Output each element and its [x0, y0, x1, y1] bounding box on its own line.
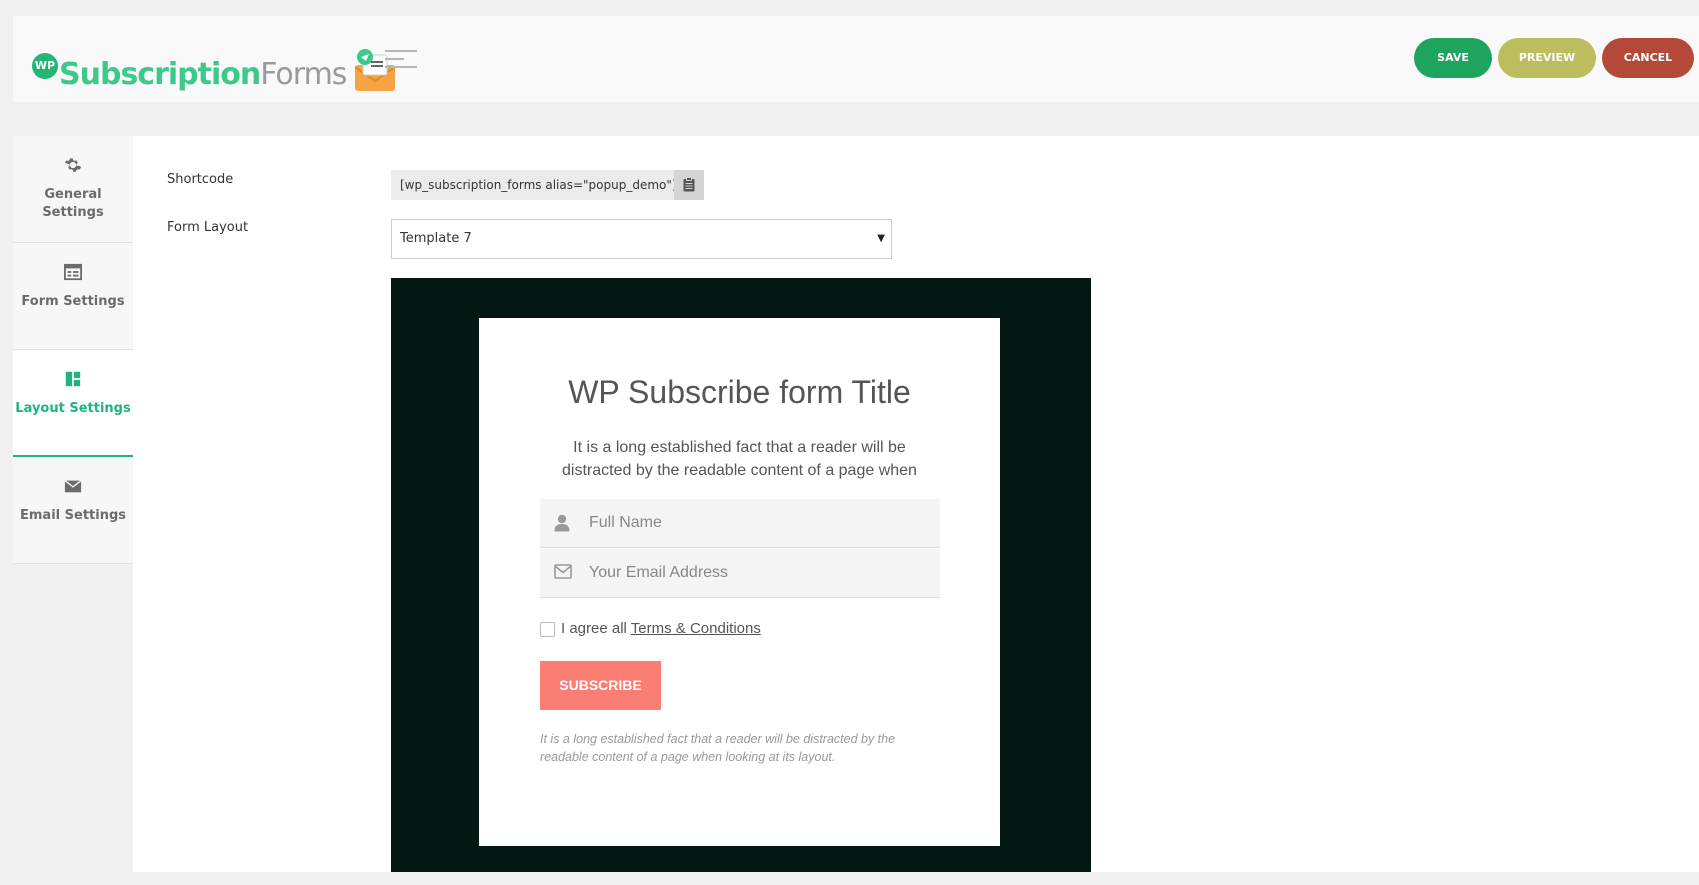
copy-shortcode-button[interactable]	[674, 170, 704, 200]
name-placeholder: Full Name	[589, 514, 662, 531]
logo-subscription-text: Subscription	[59, 57, 261, 92]
sidebar-item-form-settings[interactable]: Form Settings	[13, 243, 133, 350]
user-icon	[554, 514, 570, 532]
terms-checkbox[interactable]	[540, 622, 555, 637]
sidebar-item-label: General Settings	[42, 187, 104, 220]
top-header: WP SubscriptionForms SAVE PREVIEW CANCEL	[13, 16, 1699, 102]
shortcode-field[interactable]: [wp_subscription_forms alias="popup_demo…	[391, 170, 674, 200]
preview-form-title: WP Subscribe form Title	[568, 374, 911, 410]
sidebar-item-email-settings[interactable]: Email Settings	[13, 457, 133, 564]
form-layout-label: Form Layout	[167, 220, 249, 235]
logo-wp-badge: WP	[32, 53, 58, 79]
save-button[interactable]: SAVE	[1414, 38, 1492, 78]
agree-label: I agree all	[561, 620, 627, 637]
main-content: Shortcode [wp_subscription_forms alias="…	[133, 136, 1699, 872]
logo-forms-text: Forms	[260, 57, 347, 92]
preview-name-input[interactable]: Full Name	[540, 499, 940, 548]
template-preview: WP Subscribe form Title It is a long est…	[391, 278, 1091, 872]
envelope-outline-icon	[554, 564, 572, 579]
gear-icon	[64, 158, 82, 172]
form-layout-selected-value: Template 7	[400, 231, 472, 246]
email-placeholder: Your Email Address	[589, 564, 729, 581]
cancel-button[interactable]: CANCEL	[1602, 38, 1694, 78]
logo-text: SubscriptionForms	[59, 57, 347, 92]
preview-button[interactable]: PREVIEW	[1498, 38, 1596, 78]
settings-sidebar: General Settings Form Settings Layout Se…	[13, 136, 133, 564]
chevron-down-icon: ▼	[877, 233, 885, 244]
menu-toggle-icon[interactable]	[385, 50, 417, 72]
sidebar-item-general-settings[interactable]: General Settings	[13, 136, 133, 243]
form-layout-select[interactable]: Template 7 ▼	[391, 219, 892, 259]
form-icon	[64, 263, 82, 281]
layout-icon	[65, 371, 81, 387]
terms-link[interactable]: Terms & Conditions	[631, 620, 761, 637]
preview-email-input[interactable]: Your Email Address	[540, 549, 940, 598]
sidebar-item-layout-settings[interactable]: Layout Settings	[13, 350, 133, 457]
sidebar-item-label: Email Settings	[20, 508, 126, 523]
sidebar-item-label: Form Settings	[21, 294, 125, 309]
preview-footer-note: It is a long established fact that a rea…	[540, 732, 896, 764]
terms-agree-text: I agree all Terms & Conditions	[561, 620, 761, 637]
shortcode-label: Shortcode	[167, 172, 234, 187]
envelope-icon	[64, 480, 82, 493]
preview-form-card: WP Subscribe form Title It is a long est…	[479, 318, 1000, 846]
preview-form-description: It is a long established fact that a rea…	[562, 439, 917, 479]
sidebar-item-label: Layout Settings	[15, 401, 131, 416]
clipboard-icon	[683, 177, 695, 192]
subscribe-button[interactable]: SUBSCRIBE	[540, 661, 661, 710]
